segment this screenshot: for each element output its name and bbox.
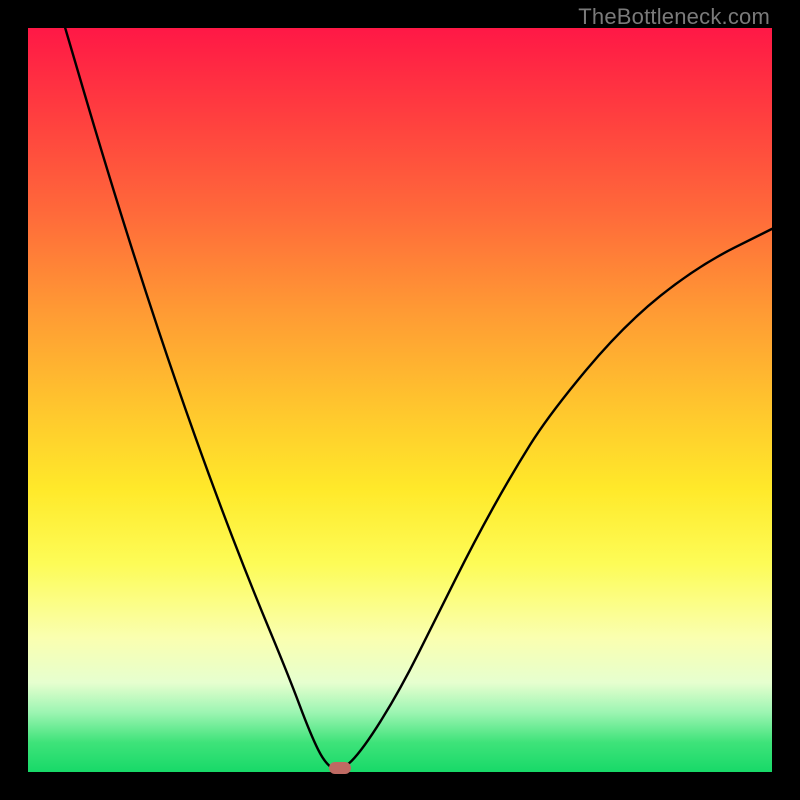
bottleneck-curve	[65, 28, 772, 769]
optimal-marker	[329, 762, 351, 774]
watermark-text: TheBottleneck.com	[578, 4, 770, 30]
chart-container: TheBottleneck.com	[0, 0, 800, 800]
plot-area	[28, 28, 772, 772]
curve-svg	[28, 28, 772, 772]
